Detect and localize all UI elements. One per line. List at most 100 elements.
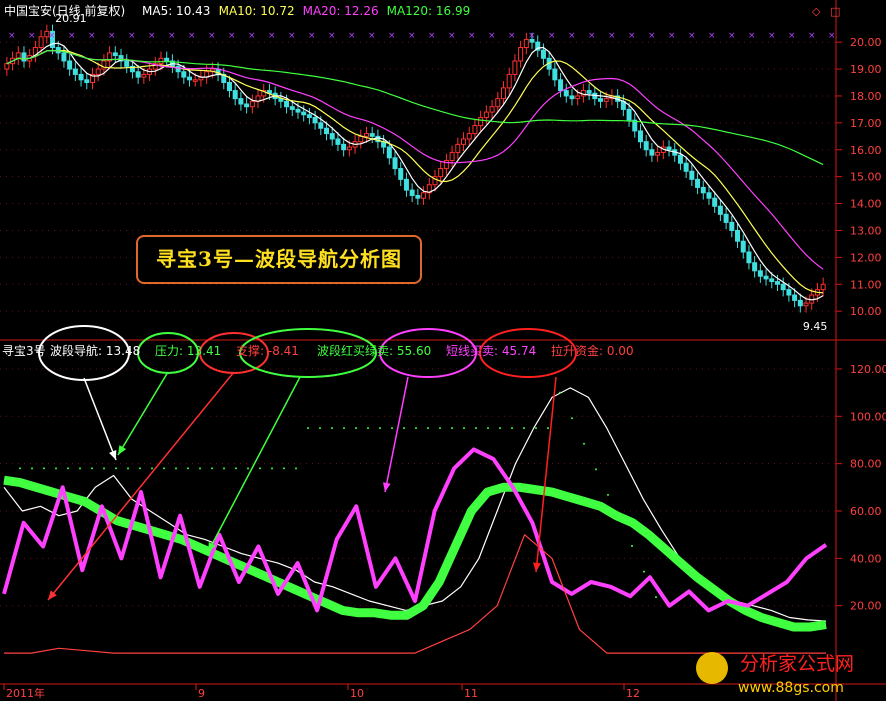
candle-body (341, 143, 347, 151)
candle-body (603, 98, 609, 102)
lower-indicator-panel (0, 325, 842, 654)
candle-body (478, 116, 484, 127)
candle-body (181, 71, 187, 78)
candle-body (61, 52, 67, 62)
pressure-dot (463, 427, 465, 430)
signal-marker: × (428, 31, 436, 41)
annotation-arrow (117, 371, 169, 456)
pressure-dot (211, 467, 213, 470)
candle-body (249, 100, 255, 108)
signal-marker: × (448, 31, 456, 41)
pressure-dot (655, 596, 657, 599)
pressure-dot (427, 427, 429, 430)
pressure-dot (19, 467, 21, 470)
candle-body (306, 114, 312, 118)
candle-body (438, 168, 444, 178)
y-tick-label: 18.00 (850, 90, 882, 103)
candle-body (363, 133, 369, 137)
annotation-arrow (535, 376, 557, 573)
signal-marker: × (688, 31, 696, 41)
candle-body (717, 205, 723, 215)
signal-marker: × (188, 31, 196, 41)
y-tick-label: 120.00 (850, 363, 886, 376)
pressure-dot (439, 427, 441, 430)
pressure-dot (643, 570, 645, 573)
candle-body (683, 162, 689, 172)
candle-body (575, 95, 581, 100)
pressure-dot (355, 427, 357, 430)
candle-body (752, 262, 758, 272)
candle-body (763, 275, 769, 280)
candle-body (586, 90, 592, 94)
pressure-dot (67, 467, 69, 470)
candle-body (695, 178, 701, 188)
candle-body (21, 52, 27, 62)
candle-body (495, 98, 501, 108)
pressure-dot (175, 467, 177, 470)
candle-body (712, 197, 718, 207)
x-tick-label: 11 (464, 687, 478, 700)
pressure-dot (319, 427, 321, 430)
pressure-dot (391, 427, 393, 430)
candle-body (67, 60, 73, 70)
candle-body (455, 143, 461, 153)
candle-body (78, 73, 84, 81)
candle-body (598, 98, 604, 102)
pressure-dot (43, 467, 45, 470)
candle-body (238, 98, 244, 105)
signal-marker: × (468, 31, 476, 41)
pressure-dot (151, 467, 153, 470)
square-icon: □ (830, 5, 840, 18)
diamond-icon: ◇ (812, 5, 821, 18)
pressure-dot (283, 467, 285, 470)
candle-body (666, 146, 672, 151)
indicator-readout: 压力: 13.41 (155, 344, 221, 358)
signal-marker: × (268, 31, 276, 41)
candle-body (512, 60, 518, 75)
y-tick-label: 10.00 (850, 305, 882, 318)
candle-body (563, 90, 569, 97)
signal-marker: × (288, 31, 296, 41)
pressure-dot (247, 467, 249, 470)
candle-body (466, 133, 472, 140)
y-tick-label: 14.00 (850, 198, 882, 211)
pressure-dot (31, 467, 33, 470)
candle-body (655, 151, 661, 156)
candle-body (774, 281, 780, 285)
candle-body (386, 146, 392, 159)
candle-body (84, 79, 90, 83)
ma-readout: MA120: 16.99 (387, 4, 471, 18)
candle-body (489, 106, 495, 113)
pressure-dot (343, 427, 345, 430)
pressure-dot (367, 427, 369, 430)
candle-body (803, 302, 809, 307)
title-banner: 寻宝3号—波段导航分析图 (136, 235, 422, 284)
signal-marker: × (648, 31, 656, 41)
y-tick-label: 19.00 (850, 63, 882, 76)
pressure-dot (415, 427, 417, 430)
signal-marker: × (8, 31, 16, 41)
pressure-dot (259, 467, 261, 470)
pressure-dot (499, 427, 501, 430)
candle-body (723, 213, 729, 223)
signal-marker: × (68, 31, 76, 41)
pressure-dot (91, 467, 93, 470)
candle-body (552, 68, 558, 81)
candle-body (324, 127, 330, 135)
candle-body (569, 95, 575, 100)
chart-title: 中国宝安(日线 前复权) (4, 3, 125, 18)
candle-body (769, 278, 775, 283)
candle-body (649, 149, 655, 156)
ma-readout: MA10: 10.72 (219, 4, 295, 18)
pressure-dot (55, 467, 57, 470)
candle-body (483, 111, 489, 118)
candle-body (421, 192, 427, 199)
signal-marker: × (768, 31, 776, 41)
banner-text: 寻宝3号—波段导航分析图 (156, 247, 402, 271)
candle-body (295, 108, 301, 113)
signal-marker: × (48, 31, 56, 41)
pressure-dot (583, 442, 585, 445)
annotation-arrow (384, 376, 409, 493)
pressure-dot (235, 467, 237, 470)
candle-body (164, 57, 170, 62)
